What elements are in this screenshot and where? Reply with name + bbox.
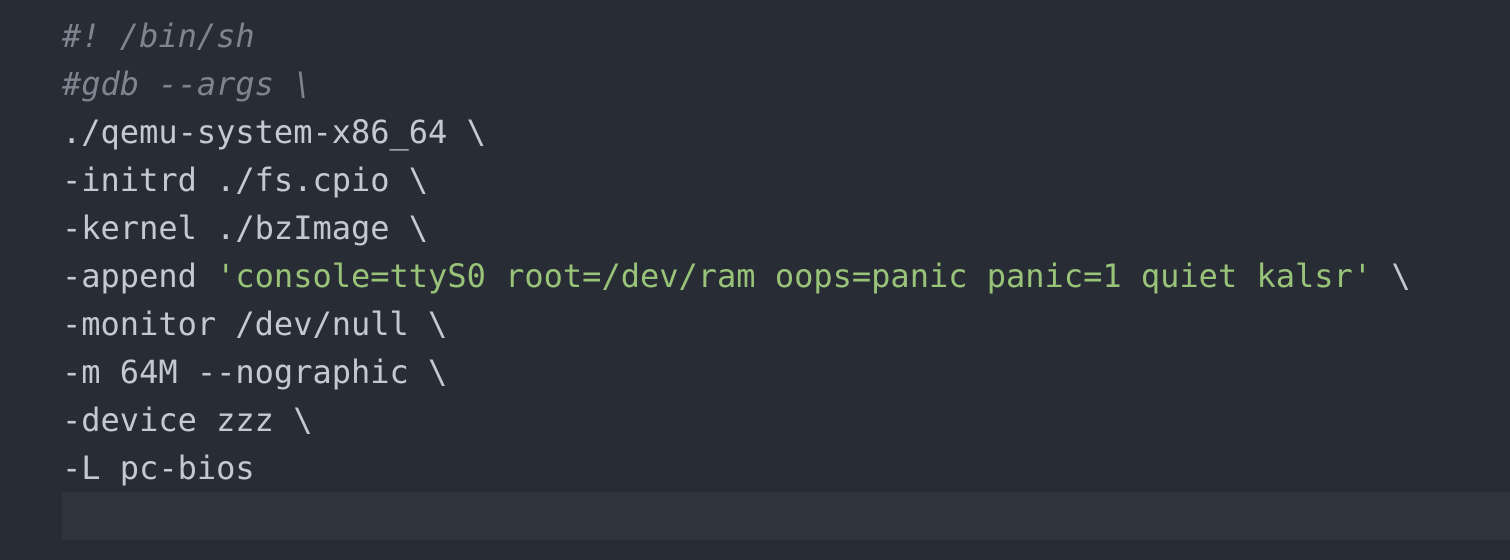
string-token: 'console=ttyS0 root=/dev/ram oops=panic …: [216, 257, 1373, 295]
code-token: -append: [62, 257, 217, 295]
code-token: -initrd ./fs.cpio \: [62, 161, 429, 199]
code-line[interactable]: -L pc-bios: [62, 444, 1510, 492]
code-line[interactable]: -append 'console=ttyS0 root=/dev/ram oop…: [62, 252, 1510, 300]
code-line[interactable]: #gdb --args \: [62, 60, 1510, 108]
code-token: \: [1372, 257, 1411, 295]
code-line[interactable]: -kernel ./bzImage \: [62, 204, 1510, 252]
code-line[interactable]: -device zzz \: [62, 396, 1510, 444]
code-token: ./qemu-system-x86_64 \: [62, 113, 486, 151]
current-line-highlight[interactable]: [62, 492, 1510, 540]
code-line[interactable]: -monitor /dev/null \: [62, 300, 1510, 348]
code-line[interactable]: ./qemu-system-x86_64 \: [62, 108, 1510, 156]
code-token: -kernel ./bzImage \: [62, 209, 429, 247]
code-line[interactable]: #! /bin/sh: [62, 12, 1510, 60]
code-line[interactable]: -m 64M --nographic \: [62, 348, 1510, 396]
code-editor[interactable]: #! /bin/sh #gdb --args \ ./qemu-system-x86…: [0, 0, 1510, 560]
comment-token: #! /bin/sh: [62, 17, 255, 55]
code-token: -m 64M --nographic \: [62, 353, 448, 391]
code-token: -L pc-bios: [62, 449, 255, 487]
code-token: -device zzz \: [62, 401, 313, 439]
code-line[interactable]: -initrd ./fs.cpio \: [62, 156, 1510, 204]
comment-token: #gdb --args \: [62, 65, 313, 103]
code-token: -monitor /dev/null \: [62, 305, 448, 343]
